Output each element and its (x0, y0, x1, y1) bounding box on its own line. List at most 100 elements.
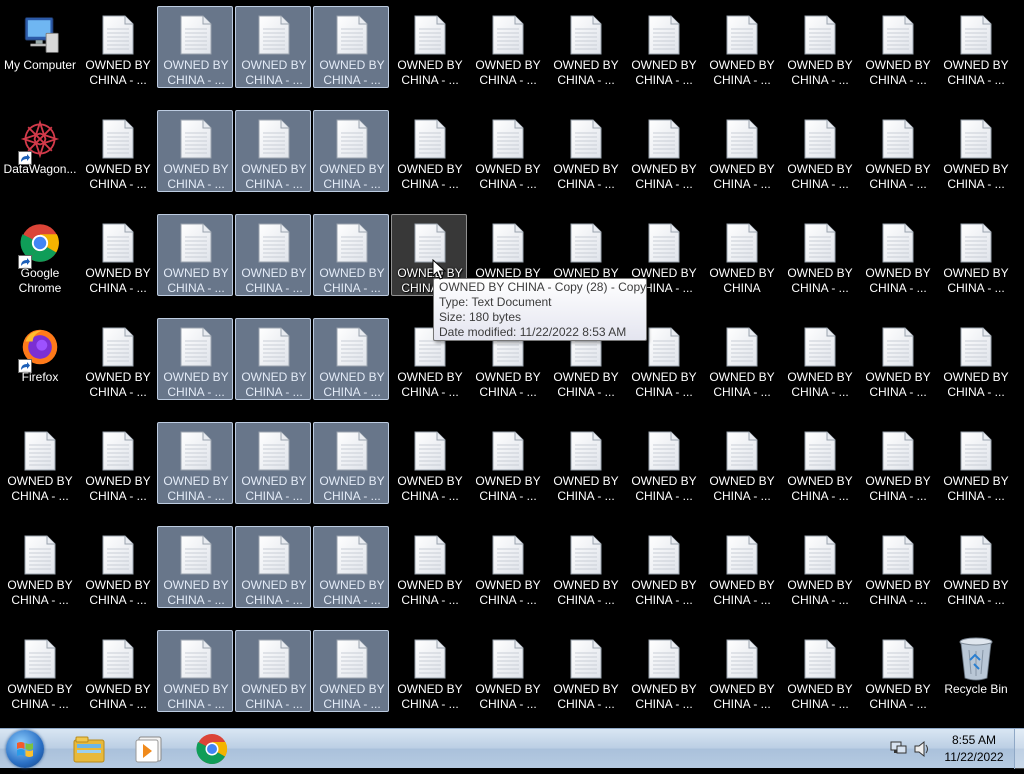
desktop-file-icon[interactable]: OWNED BYCHINA - ... (781, 318, 857, 400)
desktop-file-icon[interactable]: OWNED BYCHINA - ... (625, 630, 701, 712)
desktop-file-icon[interactable]: OWNED BYCHINA - ... (79, 214, 155, 296)
desktop-file-icon[interactable]: OWNED BYCHINA - ... (859, 318, 935, 400)
desktop-file-icon[interactable]: OWNED BYCHINA - ... (937, 422, 1013, 504)
desktop-file-icon[interactable]: OWNED BYCHINA - ... (937, 110, 1013, 192)
taskbar-chrome-button[interactable] (183, 731, 241, 767)
text-document-icon (956, 531, 996, 579)
desktop-file-icon[interactable]: OWNED BYCHINA - ... (703, 6, 779, 88)
desktop-shortcut-google-chrome[interactable]: Google Chrome (1, 214, 77, 296)
desktop-file-icon[interactable]: OWNED BYCHINA - ... (547, 630, 623, 712)
desktop-file-icon[interactable]: OWNED BYCHINA - ... (313, 630, 389, 712)
desktop-file-icon[interactable]: OWNED BYCHINA - ... (937, 6, 1013, 88)
desktop-file-icon[interactable]: OWNED BYCHINA - ... (235, 214, 311, 296)
desktop-file-icon[interactable]: OWNED BY CHINA (703, 214, 779, 296)
desktop-file-icon[interactable]: OWNED BYCHINA - ... (235, 318, 311, 400)
desktop-icon-label: OWNED BYCHINA - ... (7, 578, 73, 607)
desktop-file-icon[interactable]: OWNED BYCHINA - ... (313, 214, 389, 296)
desktop-file-icon[interactable]: OWNED BYCHINA - ... (391, 6, 467, 88)
desktop-file-icon[interactable]: OWNED BYCHINA - ... (157, 6, 233, 88)
desktop-file-icon[interactable]: OWNED BYCHINA - ... (469, 526, 545, 608)
desktop-file-icon[interactable]: OWNED BYCHINA - ... (703, 422, 779, 504)
desktop-icon-label: OWNED BYCHINA - ... (475, 682, 541, 711)
desktop-file-icon[interactable]: OWNED BYCHINA - ... (79, 630, 155, 712)
desktop-file-icon[interactable]: OWNED BYCHINA - ... (625, 422, 701, 504)
desktop-file-icon[interactable]: OWNED BYCHINA - ... (157, 422, 233, 504)
desktop-shortcut-my-computer[interactable]: My Computer (1, 6, 77, 88)
desktop-file-icon[interactable]: OWNED BYCHINA - ... (781, 526, 857, 608)
desktop-file-icon[interactable]: OWNED BYCHINA - ... (79, 422, 155, 504)
desktop-file-icon[interactable]: OWNED BYCHINA - ... (703, 110, 779, 192)
desktop-file-icon[interactable]: OWNED BYCHINA - ... (1, 422, 77, 504)
desktop-file-icon[interactable]: OWNED BYCHINA - ... (391, 422, 467, 504)
desktop-file-icon[interactable]: OWNED BYCHINA - ... (313, 6, 389, 88)
text-document-icon (98, 11, 138, 59)
start-button[interactable] (6, 730, 44, 768)
system-clock[interactable]: 8:55 AM 11/22/2022 (936, 732, 1012, 766)
desktop-file-icon[interactable]: OWNED BYCHINA - ... (79, 110, 155, 192)
desktop-file-icon[interactable]: OWNED BYCHINA - ... (157, 318, 233, 400)
desktop-file-icon[interactable]: OWNED BYCHINA - ... (625, 526, 701, 608)
desktop-file-icon[interactable]: OWNED BYCHINA - ... (469, 630, 545, 712)
desktop-file-icon[interactable]: OWNED BYCHINA - ... (859, 214, 935, 296)
desktop-file-icon[interactable]: OWNED BYCHINA - ... (313, 110, 389, 192)
desktop-file-icon[interactable]: OWNED BYCHINA - ... (547, 6, 623, 88)
desktop-file-icon[interactable]: OWNED BYCHINA - ... (937, 318, 1013, 400)
desktop-file-icon[interactable]: OWNED BYCHINA - ... (703, 630, 779, 712)
desktop-file-icon[interactable]: OWNED BYCHINA - ... (859, 630, 935, 712)
tray-volume[interactable] (912, 729, 934, 769)
desktop-file-icon[interactable]: OWNED BYCHINA - ... (235, 630, 311, 712)
desktop-file-icon[interactable]: OWNED BYCHINA - ... (157, 214, 233, 296)
taskbar-media-player-button[interactable] (120, 731, 178, 767)
desktop-file-icon[interactable]: OWNED BYCHINA - ... (313, 526, 389, 608)
desktop-file-icon[interactable]: OWNED BYCHINA - ... (235, 422, 311, 504)
desktop-icon-label: OWNED BYCHINA - ... (787, 162, 853, 191)
desktop-file-icon[interactable]: OWNED BYCHINA - ... (157, 110, 233, 192)
desktop-file-icon[interactable]: OWNED BYCHINA - ... (625, 6, 701, 88)
desktop[interactable]: My Computer OWNED BY CHINA - ... OWNED BY CH… (0, 0, 1024, 728)
taskbar-explorer-button[interactable] (60, 731, 118, 767)
desktop-shortcut-firefox[interactable]: Firefox (1, 318, 77, 400)
desktop-file-icon[interactable]: OWNED BYCHINA - ... (313, 422, 389, 504)
desktop-file-icon[interactable]: OWNED BYCHINA - ... (859, 526, 935, 608)
desktop-file-icon[interactable]: OWNED BYCHINA - ... (391, 630, 467, 712)
desktop-file-icon[interactable]: OWNED BYCHINA - ... (469, 110, 545, 192)
desktop-file-icon[interactable]: OWNED BYCHINA - ... (781, 422, 857, 504)
desktop-file-icon[interactable]: OWNED BYCHINA - ... (313, 318, 389, 400)
desktop-file-icon[interactable]: OWNED BYCHINA - ... (703, 526, 779, 608)
desktop-file-icon[interactable]: OWNED BYCHINA - ... (157, 526, 233, 608)
desktop-file-icon[interactable]: OWNED BYCHINA - ... (859, 422, 935, 504)
desktop-file-icon[interactable]: OWNED BYCHINA - ... (391, 110, 467, 192)
desktop-file-icon[interactable]: OWNED BYCHINA - ... (391, 526, 467, 608)
desktop-file-icon[interactable]: OWNED BYCHINA - ... (781, 630, 857, 712)
text-document-icon (800, 427, 840, 475)
desktop-file-icon[interactable]: OWNED BYCHINA - ... (625, 110, 701, 192)
show-desktop-button[interactable] (1014, 729, 1024, 769)
desktop-file-icon[interactable]: OWNED BYCHINA - ... (859, 6, 935, 88)
desktop-file-icon[interactable]: OWNED BYCHINA - ... (781, 110, 857, 192)
desktop-file-icon[interactable]: OWNED BYCHINA - ... (469, 6, 545, 88)
tray-network[interactable] (888, 729, 910, 769)
desktop-file-icon[interactable]: OWNED BYCHINA - ... (235, 110, 311, 192)
desktop-file-icon[interactable]: OWNED BYCHINA - ... (79, 318, 155, 400)
desktop-shortcut-recycle-bin[interactable]: Recycle Bin (937, 630, 1013, 712)
desktop-file-icon[interactable]: OWNED BYCHINA - ... (937, 526, 1013, 608)
desktop-file-icon[interactable]: OWNED BYCHINA - ... (547, 526, 623, 608)
desktop-file-icon[interactable]: OWNED BYCHINA - ... (937, 214, 1013, 296)
text-document-icon (800, 11, 840, 59)
desktop-file-icon[interactable]: OWNED BYCHINA - ... (235, 526, 311, 608)
desktop-file-icon[interactable]: OWNED BYCHINA - ... (1, 526, 77, 608)
desktop-file-icon[interactable]: OWNED BYCHINA - ... (79, 6, 155, 88)
desktop-file-icon[interactable]: OWNED BYCHINA - ... (859, 110, 935, 192)
desktop-file-icon[interactable]: OWNED BYCHINA - ... (781, 6, 857, 88)
desktop-file-icon[interactable]: OWNED BYCHINA - ... (547, 110, 623, 192)
desktop-shortcut-datawagon[interactable]: DataWagon... (1, 110, 77, 192)
desktop-file-icon[interactable]: OWNED BYCHINA - ... (157, 630, 233, 712)
desktop-file-icon[interactable]: OWNED BYCHINA - ... (703, 318, 779, 400)
desktop-file-icon[interactable]: OWNED BYCHINA - ... (781, 214, 857, 296)
desktop-file-icon[interactable]: OWNED BYCHINA - ... (235, 6, 311, 88)
desktop-file-icon[interactable]: OWNED BYCHINA - ... (469, 422, 545, 504)
desktop-file-icon[interactable]: OWNED BYCHINA - ... (79, 526, 155, 608)
desktop-file-icon[interactable]: OWNED BYCHINA - ... (1, 630, 77, 712)
desktop-file-icon[interactable]: OWNED BYCHINA - ... (547, 422, 623, 504)
desktop-icon-label: OWNED BYCHINA - ... (85, 578, 151, 607)
